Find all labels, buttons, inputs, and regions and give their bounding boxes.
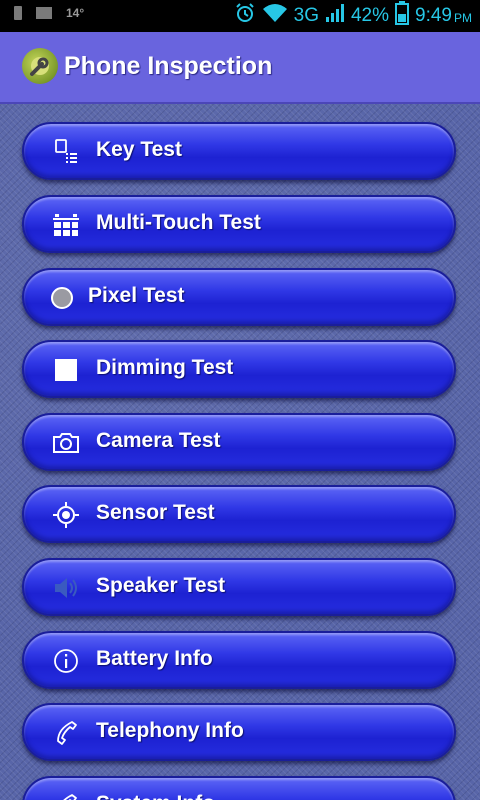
battery-percent-text: 42% — [350, 5, 390, 26]
battery-icon — [395, 1, 410, 31]
camera-icon — [52, 429, 80, 457]
system-info-button[interactable]: System Info — [22, 776, 456, 800]
sensor-test-label: Sensor Test — [96, 501, 215, 524]
key-test-button[interactable]: Key Test — [22, 122, 456, 180]
battery-info-button[interactable]: Battery Info — [22, 631, 456, 689]
status-bar: 14° 3G 42% 9:49 PM — [0, 0, 480, 32]
pixel-test-button[interactable]: Pixel Test — [22, 268, 456, 326]
multi-touch-test-button[interactable]: Multi-Touch Test — [22, 195, 456, 253]
menu-list: Key Test Multi-Touch Test Pixel Test Dim… — [0, 104, 480, 800]
phone-handset-icon — [52, 792, 80, 800]
keypad-icon — [52, 138, 80, 166]
signal-icon — [325, 3, 345, 29]
status-left-icons: 14° — [14, 6, 84, 20]
phone-handset-icon — [52, 719, 80, 747]
image-icon — [36, 7, 52, 19]
pixel-test-label: Pixel Test — [88, 284, 185, 307]
system-info-label: System Info — [96, 792, 215, 800]
speaker-test-label: Speaker Test — [96, 574, 226, 597]
telephony-info-button[interactable]: Telephony Info — [22, 703, 456, 761]
android-wrench-icon — [22, 48, 58, 84]
camera-test-label: Camera Test — [96, 429, 221, 452]
circle-icon — [48, 284, 76, 312]
network-type-text: 3G — [293, 5, 319, 26]
wifi-icon — [262, 2, 288, 30]
dimming-test-button[interactable]: Dimming Test — [22, 340, 456, 398]
phone-icon — [14, 6, 22, 20]
speaker-test-button[interactable]: Speaker Test — [22, 558, 456, 616]
clock-ampm: PM — [454, 11, 472, 25]
multi-touch-test-label: Multi-Touch Test — [96, 211, 261, 234]
temperature-text: 14° — [66, 6, 85, 20]
square-icon — [52, 356, 80, 384]
clock-time: 9:49 — [415, 5, 452, 26]
alarm-icon — [234, 2, 256, 30]
sensor-test-button[interactable]: Sensor Test — [22, 485, 456, 543]
info-icon — [52, 647, 80, 675]
camera-test-button[interactable]: Camera Test — [22, 413, 456, 471]
key-test-label: Key Test — [96, 138, 182, 161]
dimming-test-label: Dimming Test — [96, 356, 234, 379]
status-right-icons: 3G 42% 9:49 PM — [234, 1, 472, 31]
telephony-info-label: Telephony Info — [96, 719, 244, 742]
app-title-bar: Phone Inspection — [0, 32, 480, 104]
grid-icon — [52, 211, 80, 239]
app-title: Phone Inspection — [64, 52, 273, 80]
speaker-icon — [52, 574, 80, 602]
target-icon — [52, 501, 80, 529]
battery-info-label: Battery Info — [96, 647, 213, 670]
